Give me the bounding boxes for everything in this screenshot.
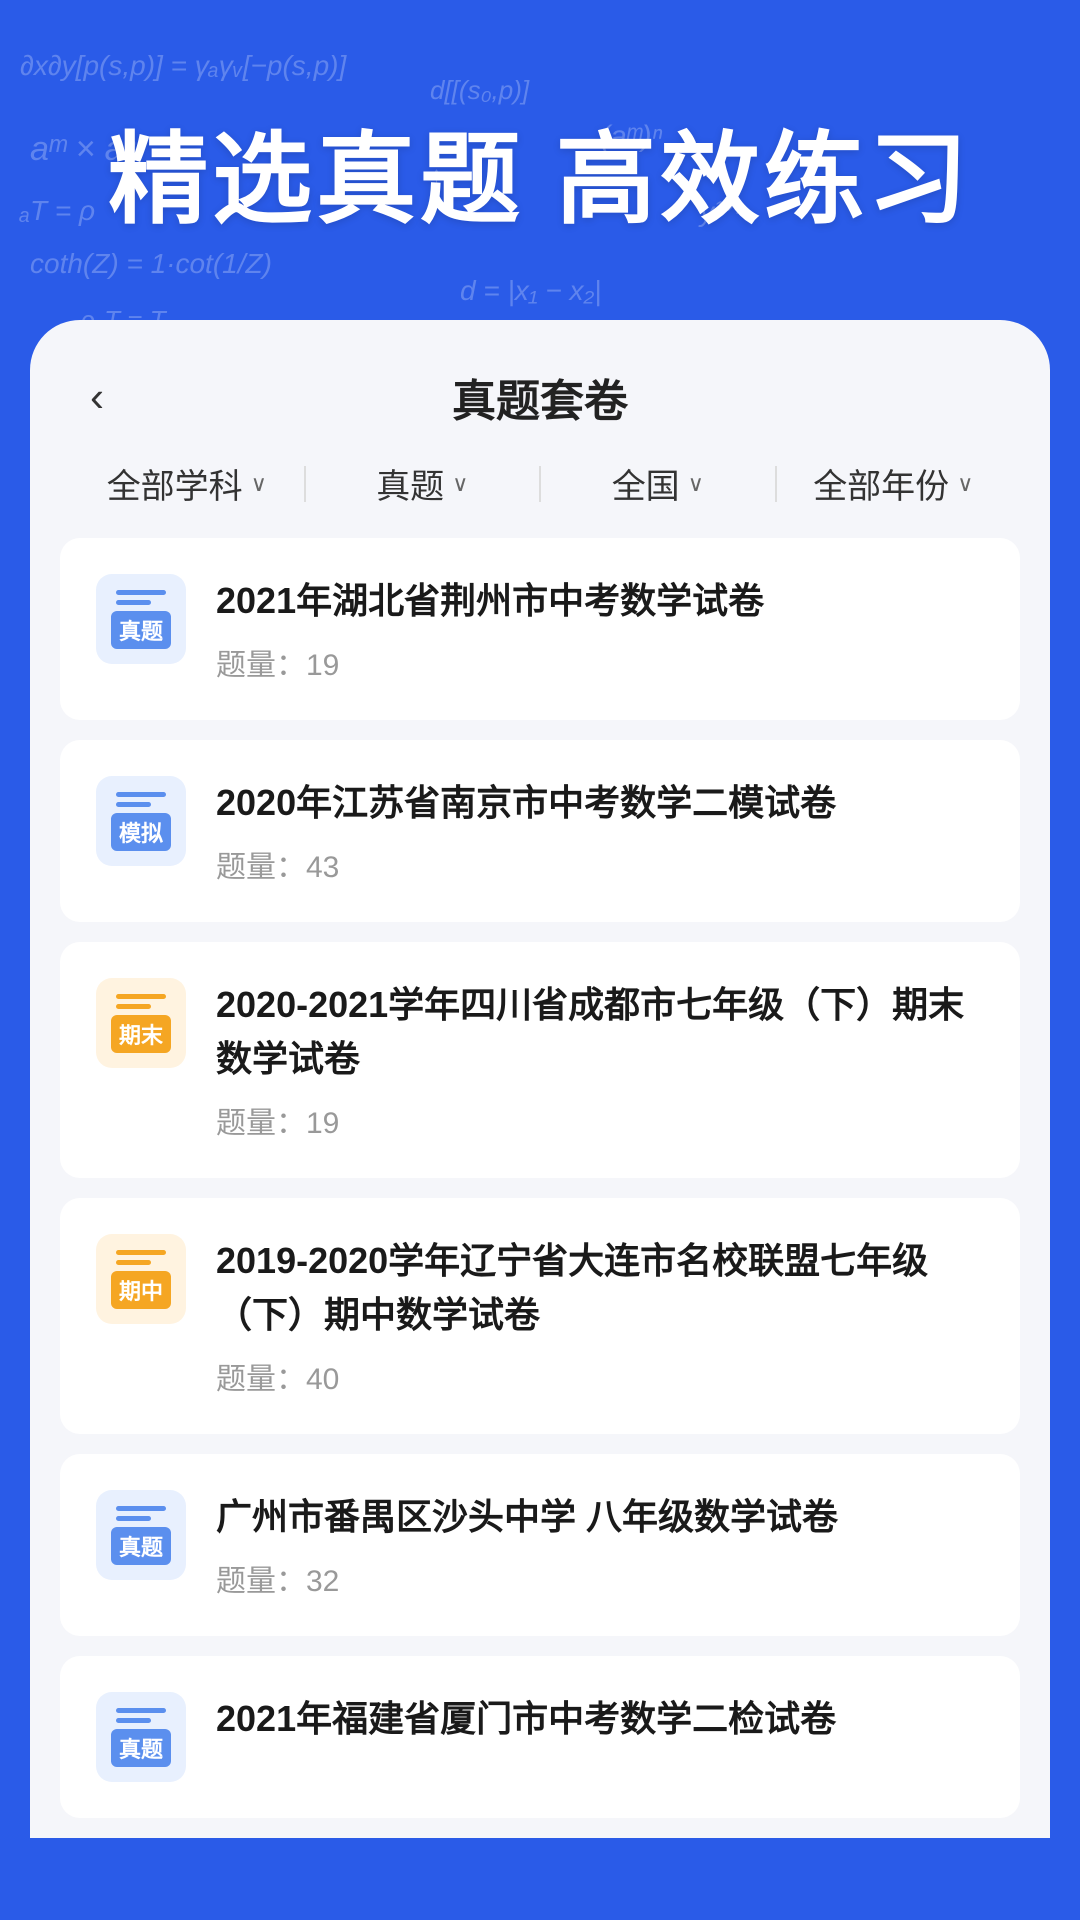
badge-icon: 真题 [96,1490,186,1580]
chevron-down-icon: ∨ [452,471,468,497]
card-content: 2021年福建省厦门市中考数学二检试卷 [216,1692,984,1758]
badge-icon: 期末 [96,978,186,1068]
list-item[interactable]: 模拟 2020年江苏省南京市中考数学二模试卷 题量：43 [60,740,1020,922]
panel-header: ‹ 真题套卷 [30,320,1050,459]
list-item[interactable]: 真题 2021年福建省厦门市中考数学二检试卷 [60,1656,1020,1818]
card-title: 2021年湖北省荆州市中考数学试卷 [216,574,984,628]
card-title: 2020-2021学年四川省成都市七年级（下）期末数学试卷 [216,978,984,1086]
chevron-down-icon: ∨ [957,471,973,497]
card-title: 2019-2020学年辽宁省大连市名校联盟七年级（下）期中数学试卷 [216,1234,984,1342]
filter-region[interactable]: 全国 ∨ [541,459,775,508]
badge-label: 真题 [111,611,171,649]
badge-icon: 真题 [96,574,186,664]
badge-icon: 真题 [96,1692,186,1782]
badge-label: 期末 [111,1015,171,1053]
filter-bar: 全部学科 ∨ 真题 ∨ 全国 ∨ 全部年份 ∨ [30,459,1050,538]
badge-label: 真题 [111,1729,171,1767]
card-content: 广州市番禺区沙头中学 八年级数学试卷 题量：32 [216,1490,984,1600]
list-item[interactable]: 真题 2021年湖北省荆州市中考数学试卷 题量：19 [60,538,1020,720]
filter-type[interactable]: 真题 ∨ [306,459,540,508]
card-meta: 题量：19 [216,1098,984,1142]
badge-icon: 模拟 [96,776,186,866]
list-item[interactable]: 真题 广州市番禺区沙头中学 八年级数学试卷 题量：32 [60,1454,1020,1636]
badge-label: 真题 [111,1527,171,1565]
badge-label: 模拟 [111,813,171,851]
filter-year[interactable]: 全部年份 ∨ [777,459,1011,508]
card-meta: 题量：32 [216,1556,984,1600]
exam-list: 真题 2021年湖北省荆州市中考数学试卷 题量：19 模拟 2020年江苏省南京… [30,538,1050,1838]
list-item[interactable]: 期中 2019-2020学年辽宁省大连市名校联盟七年级（下）期中数学试卷 题量：… [60,1198,1020,1434]
badge-icon: 期中 [96,1234,186,1324]
card-content: 2021年湖北省荆州市中考数学试卷 题量：19 [216,574,984,684]
badge-label: 期中 [111,1271,171,1309]
chevron-down-icon: ∨ [688,471,704,497]
card-content: 2019-2020学年辽宁省大连市名校联盟七年级（下）期中数学试卷 题量：40 [216,1234,984,1398]
main-panel: ‹ 真题套卷 全部学科 ∨ 真题 ∨ 全国 ∨ 全部年份 ∨ [30,320,1050,1838]
list-item[interactable]: 期末 2020-2021学年四川省成都市七年级（下）期末数学试卷 题量：19 [60,942,1020,1178]
panel-title: 真题套卷 [452,365,628,429]
filter-subject[interactable]: 全部学科 ∨ [70,459,304,508]
card-title: 2021年福建省厦门市中考数学二检试卷 [216,1692,984,1746]
card-meta: 题量：19 [216,640,984,684]
card-title: 广州市番禺区沙头中学 八年级数学试卷 [216,1490,984,1544]
hero-title: 精选真题 高效练习 [60,120,1020,240]
chevron-down-icon: ∨ [251,471,267,497]
card-content: 2020年江苏省南京市中考数学二模试卷 题量：43 [216,776,984,886]
card-content: 2020-2021学年四川省成都市七年级（下）期末数学试卷 题量：19 [216,978,984,1142]
card-meta: 题量：43 [216,842,984,886]
hero-section: 精选真题 高效练习 [0,0,1080,320]
back-button[interactable]: ‹ [90,376,104,418]
card-title: 2020年江苏省南京市中考数学二模试卷 [216,776,984,830]
card-meta: 题量：40 [216,1354,984,1398]
